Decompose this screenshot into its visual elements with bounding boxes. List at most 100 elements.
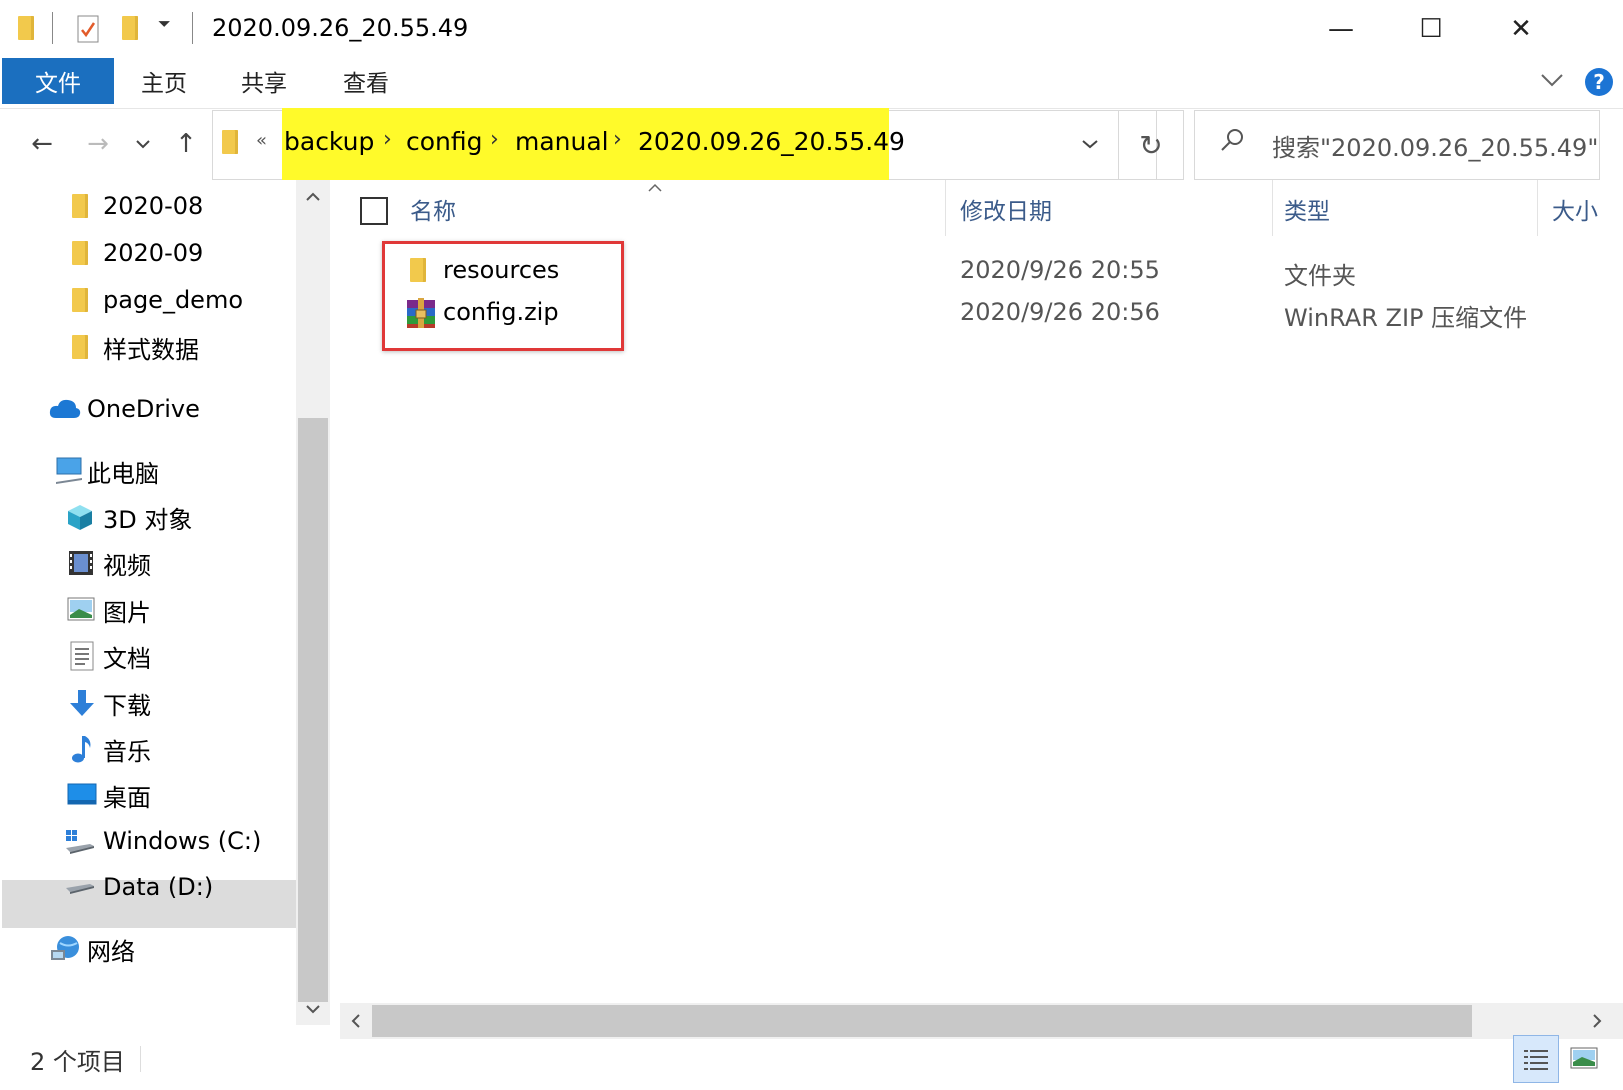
large-icons-view-button[interactable]	[1562, 1035, 1606, 1081]
sidebar-item-label: 视频	[103, 551, 151, 580]
breadcrumb-manual[interactable]: manual	[515, 127, 609, 156]
title-bar: ⏷ 2020.09.26_20.55.49 — ☐ ✕	[0, 0, 1623, 58]
sidebar-item-label: 下载	[103, 691, 151, 720]
sidebar-item-2020-09[interactable]: 2020-09	[0, 230, 296, 276]
chevron-right-icon[interactable]: ›	[383, 127, 392, 152]
drive-c-icon	[64, 828, 96, 854]
up-button[interactable]: ↑	[168, 122, 204, 166]
sidebar-item-label: OneDrive	[87, 395, 200, 423]
details-view-button[interactable]	[1513, 1035, 1559, 1083]
download-icon	[68, 689, 94, 716]
back-button[interactable]: ←	[22, 122, 62, 166]
search-placeholder: 搜索"2020.09.26_20.55.49"	[1272, 134, 1599, 162]
folder-icon	[72, 335, 88, 359]
scroll-right-icon[interactable]	[1586, 1010, 1608, 1032]
sidebar-item-onedrive[interactable]: OneDrive	[0, 386, 296, 432]
sidebar-item-3d-objects[interactable]: 3D 对象	[0, 494, 296, 540]
cube-icon	[66, 503, 92, 530]
sidebar-item-drive-c[interactable]: Windows (C:)	[0, 818, 296, 864]
window-title: 2020.09.26_20.55.49	[212, 14, 469, 42]
select-all-checkbox[interactable]	[360, 197, 388, 225]
large-icons-view-icon	[1570, 1047, 1598, 1069]
drive-d-icon	[64, 876, 96, 902]
cloud-icon	[48, 396, 82, 422]
sidebar-item-label: 样式数据	[103, 335, 199, 364]
recent-locations-button[interactable]	[128, 122, 158, 166]
tab-share[interactable]: 共享	[218, 58, 310, 104]
scroll-left-icon[interactable]	[345, 1010, 367, 1032]
sidebar-item-desktop[interactable]: 桌面	[0, 772, 296, 818]
sort-ascending-icon	[647, 178, 663, 197]
sidebar-item-drive-d[interactable]: Data (D:)	[0, 864, 296, 910]
sidebar-item-label: 音乐	[103, 737, 151, 766]
status-separator	[140, 1046, 141, 1072]
column-header-type[interactable]: 类型	[1284, 192, 1330, 226]
details-view-icon	[1524, 1050, 1548, 1070]
close-button[interactable]: ✕	[1476, 0, 1566, 58]
sidebar-item-label: page_demo	[103, 286, 244, 314]
folder-icon	[72, 194, 88, 218]
column-divider[interactable]	[1272, 180, 1273, 236]
overflow-icon[interactable]: «	[256, 130, 267, 151]
file-type: 文件夹	[1284, 262, 1356, 290]
ribbon-expand-icon[interactable]	[1538, 66, 1566, 94]
folder-icon	[222, 130, 238, 154]
minimize-button[interactable]: —	[1296, 0, 1386, 58]
sidebar-item-network[interactable]: 网络	[0, 926, 296, 972]
sidebar-item-style-data[interactable]: 样式数据	[0, 324, 296, 370]
refresh-button[interactable]: ↻	[1118, 110, 1184, 180]
separator	[52, 12, 53, 44]
breadcrumb-current[interactable]: 2020.09.26_20.55.49	[638, 127, 905, 156]
separator	[192, 12, 193, 44]
sidebar-item-label: 网络	[87, 937, 135, 966]
sidebar-item-pictures[interactable]: 图片	[0, 587, 296, 633]
network-icon	[50, 934, 82, 960]
status-item-count: 2 个项目	[30, 1048, 125, 1076]
computer-icon	[54, 456, 84, 484]
sidebar-item-documents[interactable]: 文档	[0, 633, 296, 679]
column-header-size[interactable]: 大小	[1552, 192, 1598, 226]
sidebar-item-videos[interactable]: 视频	[0, 540, 296, 586]
properties-icon[interactable]	[76, 14, 99, 43]
folder-icon	[72, 288, 88, 312]
forward-button[interactable]: →	[78, 122, 118, 166]
scroll-down-icon[interactable]	[302, 998, 324, 1020]
chevron-right-icon[interactable]: ›	[613, 127, 622, 152]
picture-icon	[67, 597, 95, 623]
tab-home[interactable]: 主页	[118, 58, 210, 104]
column-header-name[interactable]: 名称	[410, 192, 456, 226]
sidebar-item-downloads[interactable]: 下载	[0, 680, 296, 726]
document-icon	[70, 641, 96, 671]
file-modified: 2020/9/26 20:55	[960, 256, 1160, 284]
maximize-button[interactable]: ☐	[1386, 0, 1476, 58]
sidebar-item-label: 3D 对象	[103, 505, 193, 534]
breadcrumb-backup[interactable]: backup	[284, 127, 374, 156]
desktop-icon	[67, 783, 97, 809]
horizontal-scroll-thumb[interactable]	[372, 1005, 1472, 1037]
chevron-right-icon[interactable]: ›	[490, 127, 499, 152]
tab-file[interactable]: 文件	[2, 58, 114, 104]
scroll-up-icon[interactable]	[302, 186, 324, 208]
breadcrumb-config[interactable]: config	[406, 127, 483, 156]
sidebar-item-page-demo[interactable]: page_demo	[0, 277, 296, 323]
video-icon	[68, 550, 94, 576]
address-dropdown-icon[interactable]	[1070, 120, 1110, 168]
tab-view[interactable]: 查看	[320, 58, 412, 104]
column-header-modified[interactable]: 修改日期	[960, 192, 1052, 226]
search-icon	[1218, 126, 1246, 161]
sidebar-item-label: 文档	[103, 644, 151, 673]
column-divider[interactable]	[945, 180, 946, 236]
help-button[interactable]: ?	[1585, 68, 1613, 96]
sidebar-item-label: 此电脑	[87, 459, 159, 488]
file-type: WinRAR ZIP 压缩文件	[1284, 304, 1528, 332]
column-divider[interactable]	[1537, 180, 1538, 236]
sidebar-item-label: 桌面	[103, 783, 151, 812]
customize-toolbar-icon[interactable]: ⏷	[158, 14, 171, 34]
sidebar-item-2020-08[interactable]: 2020-08	[0, 183, 296, 229]
new-folder-icon[interactable]	[122, 16, 138, 40]
sidebar-item-music[interactable]: 音乐	[0, 726, 296, 772]
sidebar-scroll-thumb[interactable]	[298, 418, 328, 1002]
sidebar-item-label: 2020-09	[103, 239, 204, 267]
sidebar-item-this-pc[interactable]: 此电脑	[0, 448, 296, 494]
folder-icon[interactable]	[18, 16, 34, 40]
